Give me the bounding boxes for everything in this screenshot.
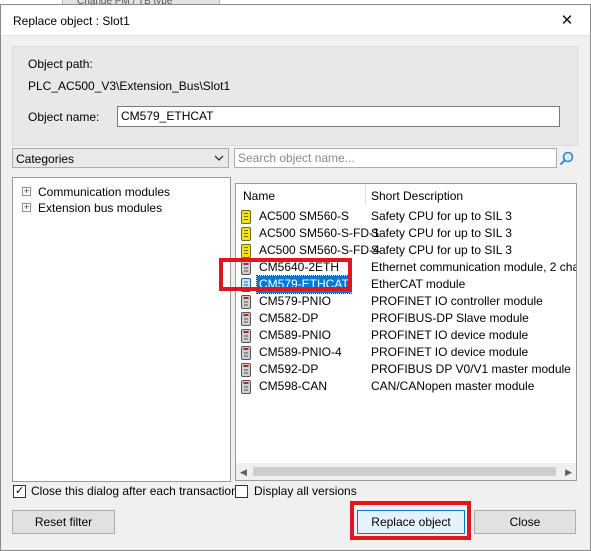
list-item-description: Ethernet communication module, 2 channel bbox=[371, 260, 576, 274]
module-icon bbox=[241, 261, 251, 275]
module-icon bbox=[241, 380, 251, 394]
safety-module-icon bbox=[241, 227, 251, 241]
list-header: Name Short Description bbox=[236, 184, 576, 205]
list-item[interactable]: CM579-PNIO PROFINET IO controller module bbox=[236, 293, 576, 310]
expand-icon[interactable]: + bbox=[22, 203, 31, 212]
list-item[interactable]: CM589-PNIO PROFINET IO device module bbox=[236, 327, 576, 344]
list-item-description: Safety CPU for up to SIL 3 bbox=[371, 209, 512, 223]
title-bar: Replace object : Slot1 ✕ bbox=[1, 5, 590, 36]
list-item-description: CAN/CANopen master module bbox=[371, 379, 535, 393]
list-item-name: CM589-PNIO bbox=[259, 328, 332, 342]
module-icon bbox=[241, 346, 251, 360]
module-icon bbox=[241, 312, 251, 326]
horizontal-scrollbar[interactable]: ◀ ▶ bbox=[236, 463, 576, 480]
category-select[interactable]: Categories bbox=[12, 148, 229, 168]
safety-module-icon bbox=[241, 244, 251, 258]
dialog-title: Replace object : Slot1 bbox=[13, 14, 130, 28]
list-item[interactable]: CM592-DP PROFIBUS DP V0/V1 master module bbox=[236, 361, 576, 378]
tree-item-label: Communication modules bbox=[38, 185, 171, 199]
list-item-name: CM598-CAN bbox=[259, 379, 328, 393]
search-icon[interactable] bbox=[558, 150, 575, 167]
scroll-right-icon[interactable]: ▶ bbox=[565, 467, 572, 478]
list-item-description: PROFIBUS DP V0/V1 master module bbox=[371, 362, 571, 376]
list-item-description: PROFINET IO device module bbox=[371, 345, 529, 359]
category-select-value: Categories bbox=[16, 152, 75, 166]
list-item[interactable]: CM5640-2ETH Ethernet communication modul… bbox=[236, 259, 576, 276]
list-item[interactable]: CM582-DP PROFIBUS-DP Slave module bbox=[236, 310, 576, 327]
replace-object-dialog: Replace object : Slot1 ✕ Object path: PL… bbox=[0, 4, 591, 551]
device-list: Name Short Description AC500 SM560-S Saf… bbox=[235, 183, 577, 481]
list-item-description: Safety CPU for up to SIL 3 bbox=[371, 226, 512, 240]
object-path-value: PLC_AC500_V3\Extension_Bus\Slot1 bbox=[28, 79, 231, 93]
column-header-name[interactable]: Name bbox=[243, 189, 275, 203]
list-item-name: CM5640-2ETH bbox=[259, 260, 340, 274]
module-icon bbox=[241, 363, 251, 377]
close-icon[interactable]: ✕ bbox=[544, 5, 590, 36]
replace-object-button[interactable]: Replace object bbox=[357, 510, 465, 534]
list-item-description: PROFINET IO device module bbox=[371, 328, 529, 342]
scroll-thumb[interactable] bbox=[253, 467, 556, 476]
reset-filter-button[interactable]: Reset filter bbox=[12, 510, 115, 534]
list-item[interactable]: AC500 SM560-S-FD-4 Safety CPU for up to … bbox=[236, 242, 576, 259]
list-item-name: CM589-PNIO-4 bbox=[259, 345, 342, 359]
object-name-label: Object name: bbox=[28, 110, 100, 124]
list-item[interactable]: CM589-PNIO-4 PROFINET IO device module bbox=[236, 344, 576, 361]
list-item-description: PROFIBUS-DP Slave module bbox=[371, 311, 529, 325]
list-item-name: CM579-PNIO bbox=[259, 294, 332, 308]
column-divider[interactable] bbox=[365, 184, 366, 205]
column-header-description[interactable]: Short Description bbox=[371, 189, 463, 203]
list-item-name: AC500 SM560-S-FD-4 bbox=[259, 243, 380, 257]
search-input[interactable]: Search object name... bbox=[234, 148, 557, 168]
category-tree: + Communication modules + Extension bus … bbox=[12, 177, 231, 482]
expand-icon[interactable]: + bbox=[22, 187, 31, 196]
scroll-left-icon[interactable]: ◀ bbox=[240, 467, 247, 478]
list-item-name: AC500 SM560-S bbox=[259, 209, 350, 223]
list-item-name: CM579-ETHCAT bbox=[256, 275, 352, 294]
list-item-name: CM582-DP bbox=[259, 311, 319, 325]
module-icon bbox=[241, 295, 251, 309]
tree-item-label: Extension bus modules bbox=[38, 201, 163, 215]
list-item-description: Safety CPU for up to SIL 3 bbox=[371, 243, 512, 257]
close-button[interactable]: Close bbox=[474, 510, 576, 534]
chevron-down-icon bbox=[214, 155, 224, 161]
close-after-label[interactable]: Close this dialog after each transaction bbox=[31, 484, 238, 498]
list-item-name: CM592-DP bbox=[259, 362, 319, 376]
safety-module-icon bbox=[241, 210, 251, 224]
checkmark-icon: ✓ bbox=[15, 485, 25, 497]
object-path-label: Object path: bbox=[28, 57, 93, 71]
list-item-description: EtherCAT module bbox=[371, 277, 466, 291]
list-item-name: AC500 SM560-S-FD-1 bbox=[259, 226, 380, 240]
close-after-checkbox[interactable]: ✓ bbox=[13, 485, 26, 498]
module-icon bbox=[241, 278, 251, 292]
module-icon bbox=[241, 329, 251, 343]
display-all-versions-label[interactable]: Display all versions bbox=[254, 484, 357, 498]
display-all-versions-checkbox[interactable] bbox=[235, 485, 248, 498]
object-info-group: Object path: PLC_AC500_V3\Extension_Bus\… bbox=[12, 46, 578, 146]
list-item-selected[interactable]: CM579-ETHCAT EtherCAT module bbox=[236, 275, 576, 294]
list-item[interactable]: AC500 SM560-S-FD-1 Safety CPU for up to … bbox=[236, 225, 576, 242]
list-item[interactable]: CM598-CAN CAN/CANopen master module bbox=[236, 378, 576, 395]
object-name-field[interactable]: CM579_ETHCAT bbox=[117, 106, 560, 127]
list-item[interactable]: AC500 SM560-S Safety CPU for up to SIL 3 bbox=[236, 208, 576, 225]
list-item-description: PROFINET IO controller module bbox=[371, 294, 543, 308]
